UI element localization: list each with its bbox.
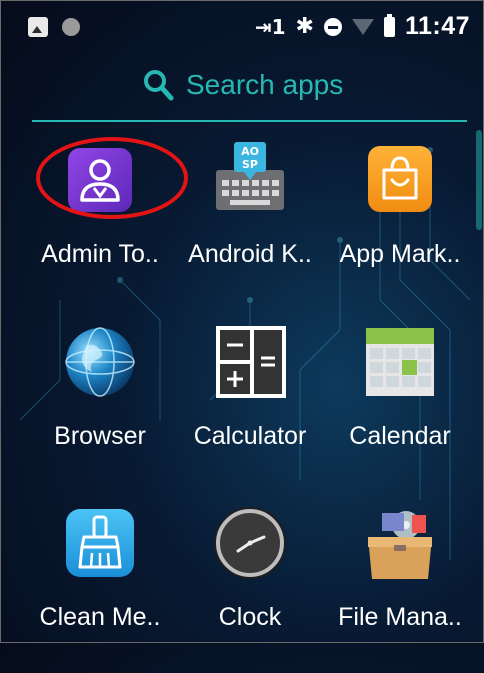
- app-browser[interactable]: Browser: [20, 322, 170, 492]
- clean-memory-icon: [66, 509, 134, 577]
- scrollbar[interactable]: [476, 130, 482, 230]
- do-not-disturb-icon: [323, 17, 342, 36]
- app-market-icon: [368, 146, 432, 212]
- app-app-market[interactable]: App Mark..: [320, 140, 470, 310]
- image-notification-icon: [28, 17, 48, 37]
- app-label: File Mana..: [338, 603, 462, 631]
- app-clean-memory[interactable]: Clean Me..: [20, 503, 170, 673]
- wifi-icon: [351, 18, 374, 35]
- app-label: Browser: [54, 422, 146, 450]
- app-file-manager[interactable]: File Mana..: [320, 503, 470, 673]
- search-icon: [144, 70, 174, 101]
- highlight-circle-annotation: [36, 137, 188, 219]
- app-label: Clean Me..: [39, 603, 161, 631]
- clock-time: 11:47: [404, 12, 470, 40]
- app-calendar[interactable]: Calendar: [320, 322, 470, 492]
- app-label: Calendar: [349, 422, 451, 450]
- file-manager-icon: [368, 511, 432, 579]
- app-android-keyboard[interactable]: AO SP Android K..: [170, 140, 320, 310]
- app-label: Admin To..: [41, 240, 159, 268]
- calculator-icon: [216, 326, 286, 398]
- app-label: App Mark..: [339, 240, 461, 268]
- browser-icon: [65, 327, 135, 397]
- search-placeholder: Search apps: [186, 69, 344, 100]
- app-calculator[interactable]: Calculator: [170, 322, 320, 492]
- app-label: Calculator: [193, 422, 307, 450]
- clock-icon: [214, 507, 286, 579]
- keyboard-icon-text-bottom: SP: [242, 158, 258, 171]
- app-label: Clock: [218, 603, 282, 631]
- mobile-data-icon: ⇥1: [254, 14, 286, 39]
- app-clock[interactable]: Clock: [170, 503, 320, 673]
- calendar-icon: [366, 328, 434, 396]
- bluetooth-icon: ✱: [295, 14, 314, 39]
- circle-notification-icon: [62, 18, 80, 36]
- search-apps-bar[interactable]: Search apps: [32, 60, 467, 122]
- keyboard-icon-text-top: AO: [241, 145, 259, 158]
- battery-icon: [383, 13, 395, 37]
- app-label: Android K..: [188, 240, 312, 268]
- status-bar: ⇥1 ✱ 11:47: [0, 0, 484, 60]
- android-keyboard-icon: AO SP: [216, 142, 284, 210]
